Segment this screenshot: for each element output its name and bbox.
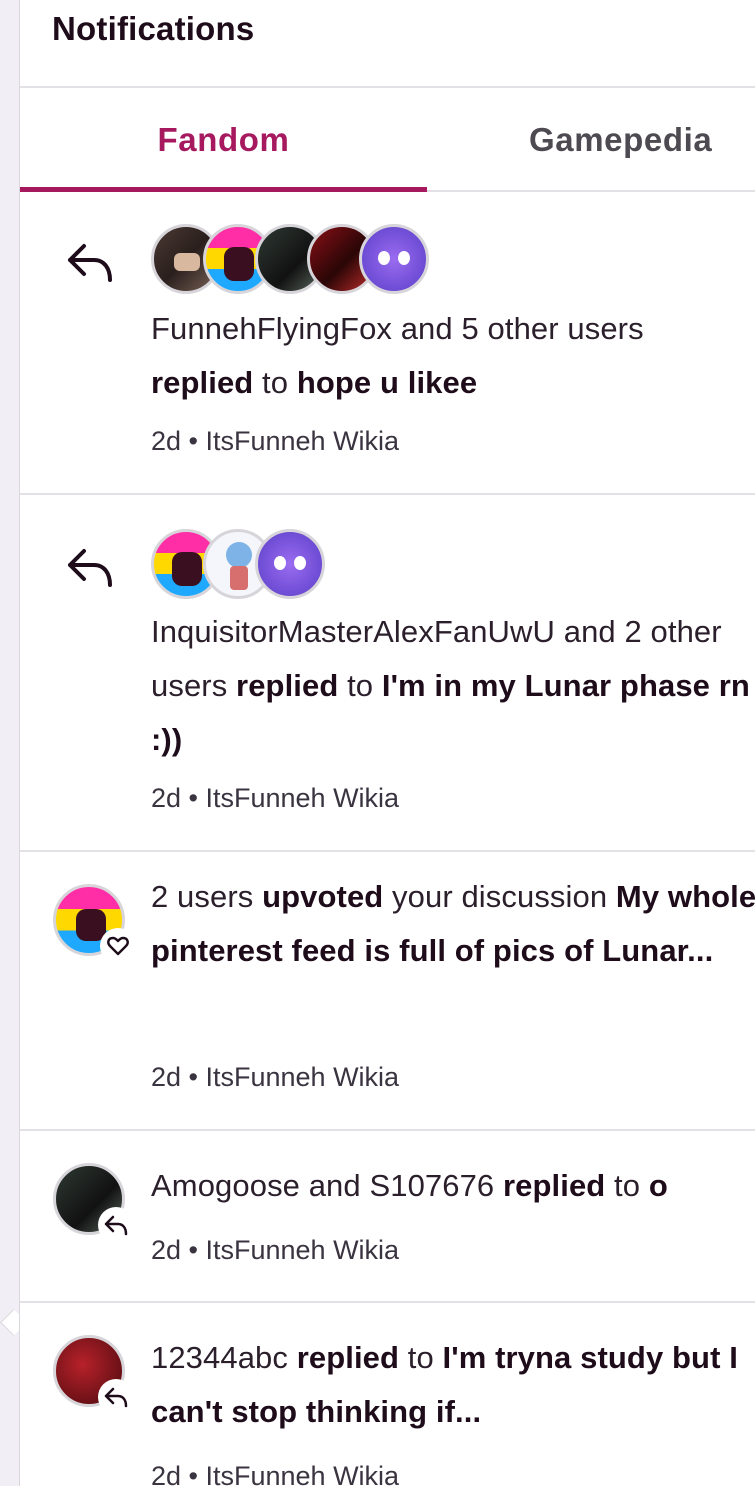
tab-fandom[interactable]: Fandom xyxy=(20,88,427,192)
avatar xyxy=(359,224,429,294)
reply-icon xyxy=(98,1379,134,1415)
notification-item[interactable]: FunnehFlyingFox and 5 other users replie… xyxy=(20,192,755,495)
notification-meta: 2d • ItsFunneh Wikia xyxy=(151,426,400,456)
page-title: Notifications xyxy=(52,10,255,47)
notification-meta: 2d • ItsFunneh Wikia xyxy=(151,1062,400,1092)
notification-text: 12344abc replied to I'm tryna study but … xyxy=(151,1340,738,1429)
reply-icon xyxy=(68,549,112,587)
notification-meta: 2d • ItsFunneh Wikia xyxy=(151,783,400,813)
notification-meta: 2d • ItsFunneh Wikia xyxy=(151,1461,400,1486)
avatar-stack xyxy=(151,224,441,300)
reply-icon xyxy=(68,244,112,282)
notifications-panel: Notifications Fandom Gamepedia FunnehFly… xyxy=(19,0,755,1486)
notification-meta: 2d • ItsFunneh Wikia xyxy=(151,1235,400,1265)
tab-gamepedia[interactable]: Gamepedia xyxy=(529,88,712,190)
avatar-stack xyxy=(151,529,341,605)
notification-item[interactable]: Amogoose and S107676 replied to o 2d • I… xyxy=(20,1131,755,1303)
notifications-header: Notifications xyxy=(20,0,755,88)
notification-item[interactable]: InquisitorMasterAlexFanUwU and 2 other u… xyxy=(20,495,755,852)
notification-text: InquisitorMasterAlexFanUwU and 2 other u… xyxy=(151,614,750,757)
notification-tabs: Fandom Gamepedia xyxy=(20,88,755,192)
notification-text: FunnehFlyingFox and 5 other users replie… xyxy=(151,311,644,400)
notification-item[interactable]: 12344abc replied to I'm tryna study but … xyxy=(20,1303,755,1486)
notification-text: Amogoose and S107676 replied to o xyxy=(151,1168,668,1203)
reply-icon xyxy=(98,1207,134,1243)
notification-item[interactable]: 2 users upvoted your discussion My whole… xyxy=(20,852,755,1131)
avatar xyxy=(255,529,325,599)
notification-list: FunnehFlyingFox and 5 other users replie… xyxy=(20,192,755,1486)
heart-icon xyxy=(100,928,136,964)
notification-text: 2 users upvoted your discussion My whole… xyxy=(151,879,755,968)
